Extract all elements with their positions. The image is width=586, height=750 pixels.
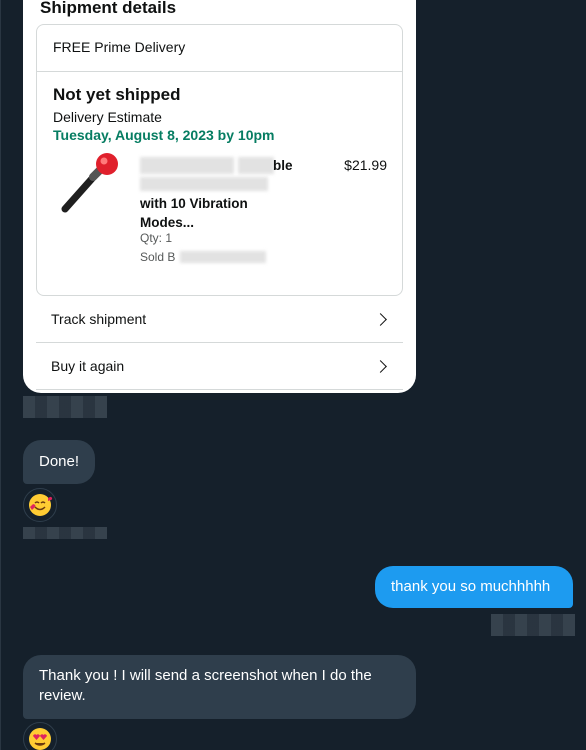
smiling-face-with-hearts-icon [29,494,53,516]
prime-delivery-label: FREE Prime Delivery [37,25,402,72]
sold-by-label: Sold B [140,250,176,264]
track-shipment-row[interactable]: Track shipment [36,296,403,343]
redacted-timestamp [23,527,107,539]
product-title-line: with 10 Vibration [140,196,248,211]
product-image[interactable] [57,151,121,215]
product-price: $21.99 [344,157,387,173]
track-shipment-label: Track shipment [51,311,147,327]
reaction-smiling-face-with-hearts[interactable] [23,488,57,522]
shipping-status: Not yet shipped [53,85,181,104]
redacted-text [140,177,268,191]
buy-again-label: Buy it again [51,358,125,374]
redacted-timestamp [23,396,107,418]
message-bubble-incoming[interactable]: Done! [23,440,96,484]
delivery-estimate-label: Delivery Estimate [53,109,162,125]
product-quantity: Qty: 1 [140,231,173,245]
heart-eyes-icon [29,728,51,750]
message-bubble-incoming[interactable]: Thank you ! I will send a screenshot whe… [23,655,416,719]
reaction-heart-eyes[interactable] [23,722,57,750]
shipment-card[interactable]: Shipment details FREE Prime Delivery Not… [23,0,416,393]
message-bubble-outgoing[interactable]: thank you so muchhhhh [375,566,573,608]
product-title-fragment: ble [273,158,293,173]
redacted-text [140,157,234,174]
chevron-right-icon [374,312,387,326]
product-title[interactable]: ble with 10 Vibration Modes... [140,156,295,232]
redacted-text [180,251,266,263]
chevron-right-icon [374,359,387,373]
card-title: Shipment details [40,0,177,17]
redacted-timestamp [491,614,575,636]
shipment-box: FREE Prime Delivery Not yet shipped Deli… [36,24,403,296]
buy-again-row[interactable]: Buy it again [36,343,403,390]
sold-by: Sold B [140,250,266,264]
delivery-estimate-date: Tuesday, August 8, 2023 by 10pm [53,127,275,143]
left-divider [0,0,1,750]
product-title-line: Modes... [140,215,195,230]
redacted-text [238,157,274,174]
